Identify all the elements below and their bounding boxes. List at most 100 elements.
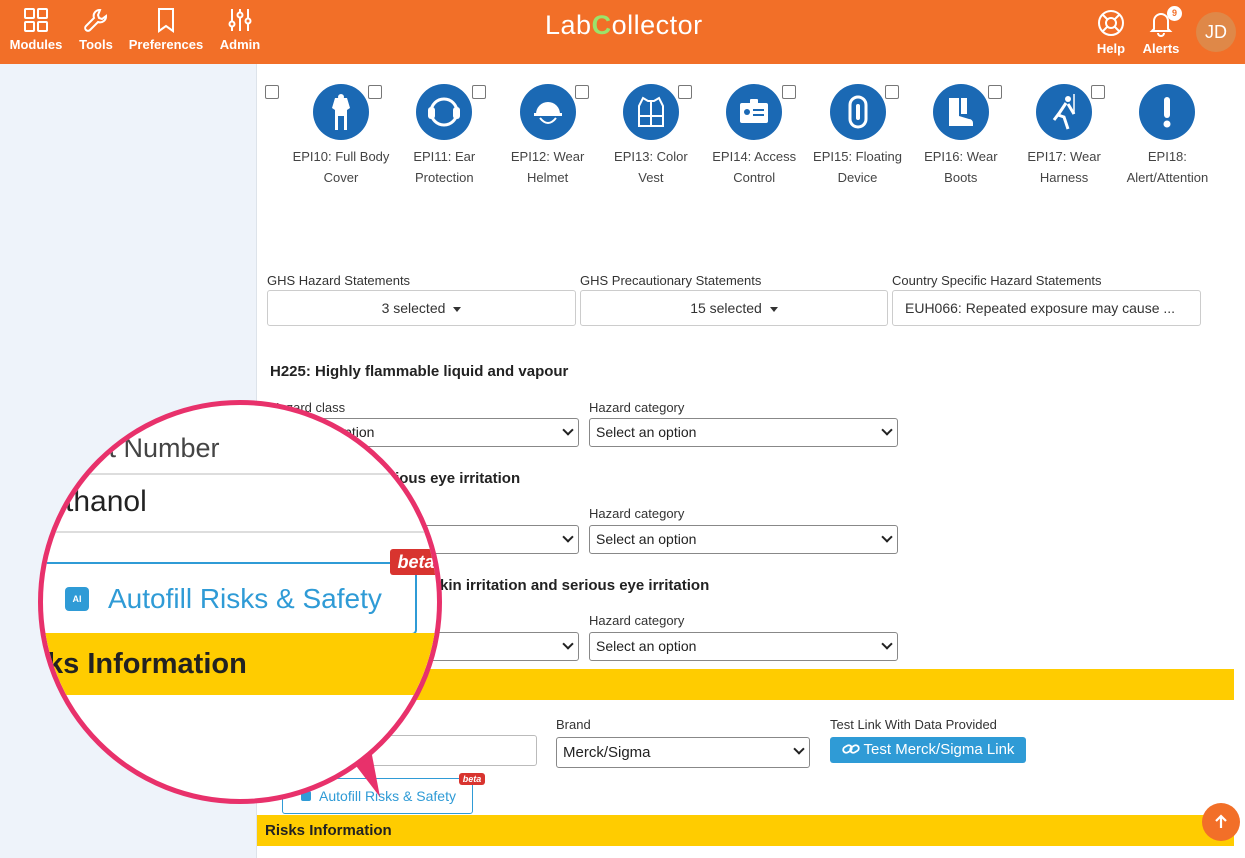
epi-label: EPI12: Wear Helmet [510,149,585,185]
ghs-precaution-dropdown[interactable]: 15 selected [580,290,888,326]
beta-badge: beta [459,773,485,785]
ghs-precaution-label: GHS Precautionary Statements [580,273,762,288]
user-avatar[interactable]: JD [1196,12,1236,52]
zoom-risks-bar: ks Information [43,633,437,695]
nav-admin-label: Admin [219,37,261,52]
link-icon [841,744,860,754]
epi-checkbox[interactable] [884,85,899,99]
epi-checkbox[interactable] [1091,85,1106,99]
epi-item: EPI12: Wear Helmet [471,84,598,188]
epi-checkbox[interactable] [574,85,589,99]
chevron-down-icon [881,531,893,543]
zoom-name-value: thanol [65,485,147,518]
epi-checkbox[interactable] [471,85,486,99]
epi-checkbox[interactable] [368,85,383,99]
access-control-icon [726,84,783,140]
nav-tools-label: Tools [79,37,113,52]
epi-label: EPI18: Alert/Attention [1126,149,1209,185]
brand-label: Brand [556,717,591,732]
sliders-icon [228,9,252,31]
epi-label: EPI14: Access Control [712,149,797,185]
epi-item: EPI17: Wear Harness [988,84,1114,188]
wrench-icon [84,9,107,32]
zoom-product-number-label: ct Number [95,433,220,463]
nav-admin[interactable]: Admin [218,6,262,52]
chevron-down-icon [793,743,805,755]
hazard-category-select-2[interactable]: Select an option [589,525,898,554]
epi-item: EPI10: Full Body Cover [265,84,391,188]
nav-modules-label: Modules [9,37,63,52]
nav-preferences[interactable]: Preferences [126,6,206,52]
scroll-to-top-button[interactable] [1202,803,1240,841]
statement-title-3: kin irritation and serious eye irritatio… [440,577,710,594]
hazard-category-label-2: Hazard category [589,506,685,521]
test-merck-sigma-link-button[interactable]: Test Merck/Sigma Link [830,737,1026,763]
brand-select[interactable]: Merck/Sigma [556,737,810,768]
ear-protection-icon [416,84,473,140]
hazard-category-select-1[interactable]: Select an option [589,418,898,447]
epi-label: EPI10: Full Body Cover [292,149,390,185]
chevron-down-icon [562,531,574,543]
epi-checkbox[interactable] [781,85,796,99]
zoom-divider [43,531,437,533]
arrow-up-icon [1215,814,1227,828]
nav-help-label: Help [1096,41,1126,56]
epi-item: EPI18: Alert/Attention [1091,84,1217,188]
caret-down-icon [769,306,778,312]
nav-tools[interactable]: Tools [76,6,116,52]
risks-information-header[interactable]: Risks Information [257,815,1234,846]
nav-modules[interactable]: Modules [8,6,64,52]
country-hazard-field[interactable]: EUH066: Repeated exposure may cause ... [892,290,1201,326]
floating-device-icon [829,84,886,140]
harness-icon [1036,84,1093,140]
epi-label: EPI13: Color Vest [614,149,688,185]
nav-help[interactable]: Help [1092,8,1130,56]
zoom-autofill-button: AI Autofill Risks & Safety [43,562,417,635]
top-navbar: Modules Tools Preferences Admin LabColle… [0,0,1245,64]
hazard-category-value-1: Select an option [596,424,697,440]
epi-label: EPI17: Wear Harness [1027,149,1101,185]
alerts-count-badge: 9 [1167,6,1182,21]
zoom-risks-label: ks Information [47,648,247,680]
epi-item: EPI14: Access Control [678,84,804,188]
statement-title-1: H225: Highly flammable liquid and vapour [270,363,569,380]
labcollector-logo[interactable]: LabCollector [545,10,703,41]
ghs-hazard-label: GHS Hazard Statements [267,273,411,288]
logo-c: C [591,10,612,40]
epi-checkbox[interactable] [678,85,693,99]
alert-attention-icon [1139,84,1196,140]
chevron-down-icon [881,424,893,436]
hazard-category-label-3: Hazard category [589,613,685,628]
zoom-beta-badge: beta [390,549,437,575]
boots-icon [932,84,989,140]
chevron-down-icon [562,424,574,436]
ghs-hazard-value: 3 selected [381,300,446,316]
lifebuoy-icon [1098,10,1124,36]
hazard-category-select-3[interactable]: Select an option [589,632,898,661]
brand-value: Merck/Sigma [563,744,651,761]
full-body-cover-icon [313,84,369,140]
test-link-label: Test Link With Data Provided [830,717,997,732]
epi-label: EPI11: Ear Protection [413,149,476,185]
color-vest-icon [622,84,679,140]
epi-label: EPI15: Floating Device [813,149,902,185]
epi-item: EPI16: Wear Boots [884,84,1011,188]
nav-alerts-label: Alerts [1142,41,1180,56]
nav-preferences-label: Preferences [128,37,204,52]
chevron-down-icon [881,638,893,650]
epi-item: EPI11: Ear Protection [368,84,494,188]
hazard-category-label-1: Hazard category [589,400,685,415]
modules-icon [24,8,48,32]
epi-checkbox[interactable] [265,85,279,99]
zoom-ai-chip-icon: AI [65,587,89,611]
epi-checkbox[interactable] [988,85,1003,99]
ghs-hazard-dropdown[interactable]: 3 selected [267,290,576,326]
epi-item: EPI15: Floating Device [781,84,908,188]
chevron-down-icon [562,638,574,650]
test-link-button-label: Test Merck/Sigma Link [863,741,1015,758]
helmet-icon [519,84,576,140]
logo-part2: ollector [611,10,703,40]
bookmark-icon [158,8,174,33]
country-hazard-label: Country Specific Hazard Statements [892,273,1102,288]
ghs-precaution-value: 15 selected [690,300,762,316]
